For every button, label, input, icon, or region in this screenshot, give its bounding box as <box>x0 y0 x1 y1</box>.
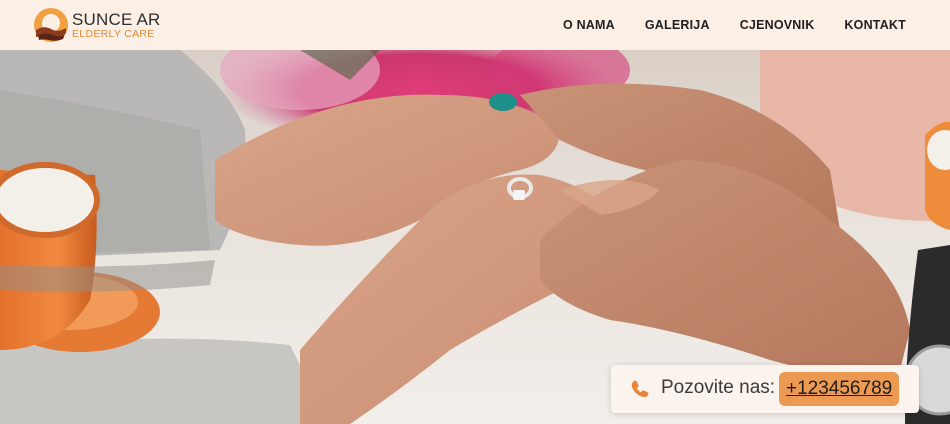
call-us-box[interactable]: Pozovite nas: +123456789 <box>611 365 919 413</box>
site-header: SUNCE AR ELDERLY CARE O NAMA GALERIJA CJ… <box>0 0 950 50</box>
nav-item-galerija[interactable]: GALERIJA <box>645 18 710 32</box>
call-label: Pozovite nas: <box>661 377 776 398</box>
nav-item-cjenovnik[interactable]: CJENOVNIK <box>740 18 815 32</box>
brand-logo[interactable]: SUNCE AR ELDERLY CARE <box>32 5 192 45</box>
main-nav: O NAMA GALERIJA CJENOVNIK KONTAKT <box>563 0 906 50</box>
nav-item-o-nama[interactable]: O NAMA <box>563 18 615 32</box>
brand-tagline: ELDERLY CARE <box>72 27 155 40</box>
sun-hands-logo-icon <box>32 6 70 44</box>
phone-icon <box>630 379 650 399</box>
phone-number-link[interactable]: +123456789 <box>779 372 900 406</box>
nav-item-kontakt[interactable]: KONTAKT <box>844 18 906 32</box>
brand-name: SUNCE AR <box>72 9 161 29</box>
